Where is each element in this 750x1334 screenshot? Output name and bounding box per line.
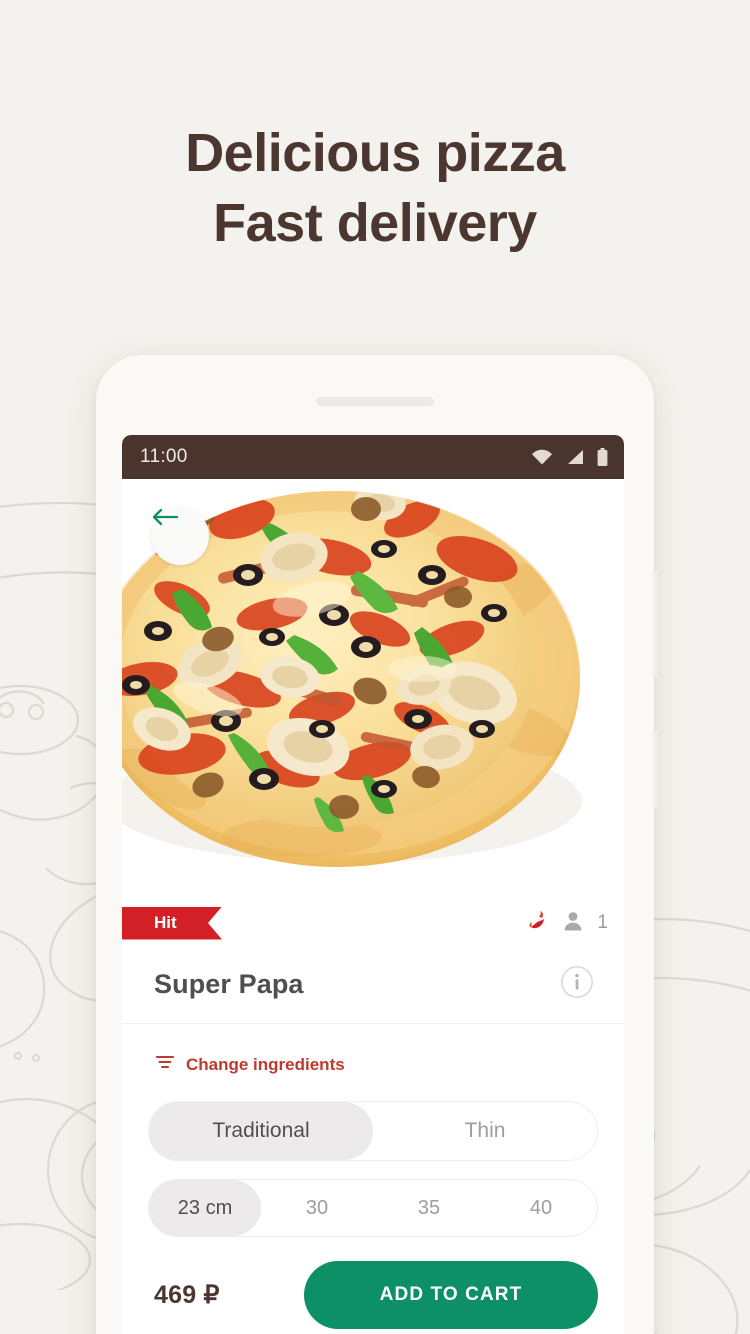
purchase-bar: 469 ₽ ADD TO CART: [122, 1237, 624, 1329]
phone-speaker-grille: [316, 397, 434, 406]
change-ingredients-link[interactable]: Change ingredients: [122, 1024, 624, 1075]
phone-power-button[interactable]: [652, 730, 661, 808]
promo-headline: Delicious pizza Fast delivery: [0, 118, 750, 258]
status-badge: Hit: [122, 906, 222, 940]
person-icon: [562, 910, 584, 937]
dough-option-thin-label: Thin: [464, 1119, 506, 1142]
size-option-30-label: 30: [305, 1196, 329, 1219]
size-selector: 23 cm 30 35 40: [148, 1179, 598, 1237]
size-option-35-label: 35: [417, 1196, 441, 1219]
product-meta-icons: 1: [525, 909, 608, 938]
headline-line-1: Delicious pizza: [185, 123, 565, 183]
wifi-icon: [531, 449, 553, 465]
size-option-40[interactable]: 40: [485, 1180, 597, 1236]
status-bar-icons: [531, 448, 608, 466]
size-option-35[interactable]: 35: [373, 1180, 485, 1236]
back-button[interactable]: [151, 507, 209, 565]
status-bar-clock: 11:00: [140, 446, 188, 467]
battery-icon: [597, 448, 608, 466]
badge-row: Hit 1: [122, 893, 624, 953]
product-price: 469 ₽: [154, 1281, 220, 1309]
chili-pepper-icon: [525, 909, 549, 938]
size-option-40-label: 40: [529, 1196, 553, 1219]
person-count: 1: [597, 912, 608, 933]
phone-mockup: 11:00 Hit 1 Super Papa Change ingredient…: [96, 355, 661, 1334]
phone-screen: 11:00 Hit 1 Super Papa Change ingredient…: [122, 435, 624, 1334]
headline-line-2: Fast delivery: [213, 193, 537, 254]
change-ingredients-label: Change ingredients: [186, 1054, 345, 1074]
cellular-signal-icon: [566, 449, 584, 465]
info-circle-icon: [560, 965, 594, 1003]
size-option-23[interactable]: 23 cm: [149, 1180, 261, 1236]
info-button[interactable]: [560, 965, 594, 1004]
dough-option-traditional[interactable]: Traditional: [149, 1102, 373, 1160]
dough-type-selector: Traditional Thin: [148, 1101, 598, 1161]
status-bar: 11:00: [122, 435, 624, 479]
dough-option-thin[interactable]: Thin: [373, 1102, 597, 1160]
size-option-30[interactable]: 30: [261, 1180, 373, 1236]
size-option-23-label: 23 cm: [177, 1196, 233, 1219]
filter-lines-icon: [155, 1054, 175, 1075]
dough-option-traditional-label: Traditional: [212, 1119, 310, 1142]
product-hero-image: [122, 479, 624, 893]
page-title: Super Papa: [154, 968, 304, 999]
phone-volume-button[interactable]: [652, 570, 661, 678]
add-to-cart-button[interactable]: ADD TO CART: [304, 1261, 598, 1329]
ribbon-label: Hit: [154, 913, 177, 932]
product-title-row: Super Papa: [122, 953, 624, 1015]
